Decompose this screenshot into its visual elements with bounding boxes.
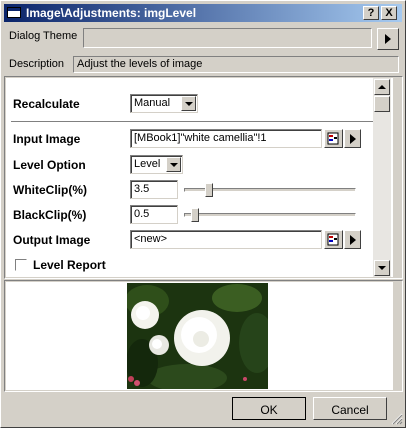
- dialog-theme-label: Dialog Theme: [9, 30, 78, 42]
- recalculate-label: Recalculate: [13, 97, 80, 111]
- scroll-down-icon: [378, 266, 386, 270]
- title-bar[interactable]: Image\Adjustments: imgLevel ? X: [4, 4, 402, 22]
- input-image-value: [MBook1]"white camellia"!1: [134, 132, 267, 144]
- scroll-thumb[interactable]: [374, 96, 390, 112]
- input-image-menu-button[interactable]: [344, 129, 361, 148]
- black-clip-label: BlackClip(%): [13, 208, 87, 222]
- right-arrow-icon: [350, 235, 356, 245]
- description-box: Adjust the levels of image: [73, 56, 399, 73]
- window-icon: [7, 7, 21, 18]
- white-clip-label: WhiteClip(%): [13, 183, 87, 197]
- black-clip-value: 0.5: [134, 208, 150, 220]
- level-report-label: Level Report: [33, 258, 106, 272]
- scroll-up-button[interactable]: [374, 79, 390, 95]
- cancel-label: Cancel: [331, 403, 369, 417]
- level-option-label: Level Option: [13, 158, 86, 172]
- white-clip-slider-thumb[interactable]: [205, 183, 214, 197]
- description-label: Description: [9, 58, 65, 70]
- settings-panel: Recalculate Manual Input Image [MBook1]"…: [6, 78, 393, 277]
- ok-button[interactable]: OK: [232, 397, 306, 420]
- preview-panel: [6, 282, 393, 390]
- output-image-menu-button[interactable]: [344, 230, 361, 249]
- resize-grip-icon[interactable]: [391, 413, 403, 425]
- white-clip-value: 3.5: [134, 183, 150, 195]
- output-image-browse-button[interactable]: [324, 230, 343, 249]
- chevron-down-icon: [185, 102, 193, 106]
- cancel-button[interactable]: Cancel: [313, 397, 387, 420]
- white-clip-input[interactable]: 3.5: [130, 180, 178, 199]
- description-text: Adjust the levels of image: [77, 58, 203, 70]
- right-arrow-icon: [350, 134, 356, 144]
- output-image-value: <new>: [134, 233, 168, 245]
- recalculate-dropdown-button[interactable]: [181, 96, 196, 111]
- scroll-down-button[interactable]: [374, 260, 390, 276]
- right-arrow-icon: [385, 34, 391, 44]
- output-image-field[interactable]: <new>: [130, 230, 322, 249]
- level-option-value: Level: [134, 158, 161, 170]
- input-image-label: Input Image: [13, 132, 81, 146]
- browse-book-icon: [327, 233, 339, 246]
- black-clip-slider-track[interactable]: [184, 213, 356, 217]
- panel-scrollbar[interactable]: [373, 78, 391, 277]
- recalculate-value: Manual: [134, 97, 171, 109]
- input-image-field[interactable]: [MBook1]"white camellia"!1: [130, 129, 322, 148]
- help-button[interactable]: ?: [363, 6, 379, 20]
- divider: [11, 121, 388, 123]
- window-title: Image\Adjustments: imgLevel: [26, 6, 197, 20]
- theme-menu-button[interactable]: [377, 28, 399, 50]
- recalculate-select[interactable]: Manual: [130, 94, 198, 113]
- black-clip-input[interactable]: 0.5: [130, 205, 178, 224]
- dialog-window: Image\Adjustments: imgLevel ? X Dialog T…: [0, 0, 406, 428]
- input-image-browse-button[interactable]: [324, 129, 343, 148]
- level-option-select[interactable]: Level: [130, 155, 183, 174]
- chevron-down-icon: [170, 163, 178, 167]
- output-image-label: Output Image: [13, 233, 91, 247]
- ok-label: OK: [260, 403, 278, 417]
- dialog-theme-field[interactable]: [83, 28, 372, 48]
- white-camellia-image: [127, 283, 268, 389]
- level-option-dropdown-button[interactable]: [166, 157, 181, 172]
- level-report-checkbox[interactable]: [15, 259, 27, 271]
- black-clip-slider-thumb[interactable]: [190, 208, 199, 222]
- browse-book-icon: [327, 132, 339, 145]
- scroll-up-icon: [378, 85, 386, 89]
- close-button[interactable]: X: [381, 6, 397, 20]
